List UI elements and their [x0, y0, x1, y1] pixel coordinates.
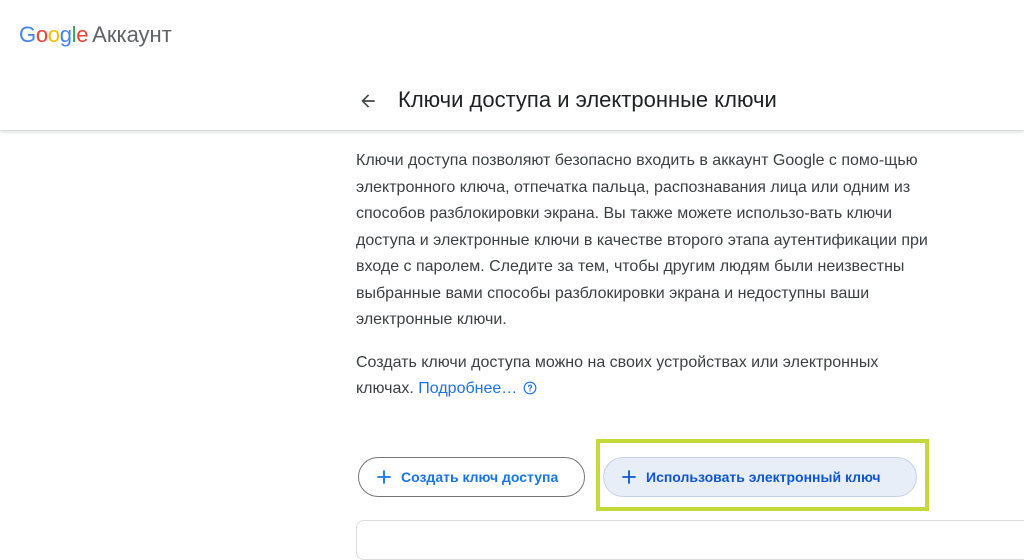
help-circle-icon[interactable]: [523, 381, 537, 395]
plus-icon: [622, 470, 636, 484]
google-logo-word: Google: [19, 22, 89, 47]
top-bar: Google Аккаунт: [0, 0, 1024, 70]
product-name: Аккаунт: [92, 22, 172, 47]
arrow-back-icon: [361, 94, 375, 108]
main-content: Ключи доступа позволяют безопасно входит…: [356, 148, 936, 403]
learn-more-link[interactable]: Подробнее…: [418, 380, 517, 397]
create-passkey-label: Создать ключ доступа: [401, 469, 559, 485]
use-security-key-button[interactable]: Использовать электронный ключ: [603, 457, 917, 497]
create-info: Создать ключи доступа можно на своих уст…: [356, 350, 936, 403]
passkeys-list-card: [356, 520, 1024, 560]
back-button[interactable]: [352, 85, 384, 117]
page-title: Ключи доступа и электронные ключи: [398, 87, 777, 112]
create-passkey-button[interactable]: Создать ключ доступа: [358, 457, 585, 497]
plus-icon: [377, 470, 391, 484]
passkeys-description: Ключи доступа позволяют безопасно входит…: [356, 152, 928, 328]
google-account-logo[interactable]: Google Аккаунт: [19, 20, 172, 50]
use-security-key-label: Использовать электронный ключ: [646, 469, 881, 485]
title-bar: Ключи доступа и электронные ключи: [0, 70, 1024, 131]
